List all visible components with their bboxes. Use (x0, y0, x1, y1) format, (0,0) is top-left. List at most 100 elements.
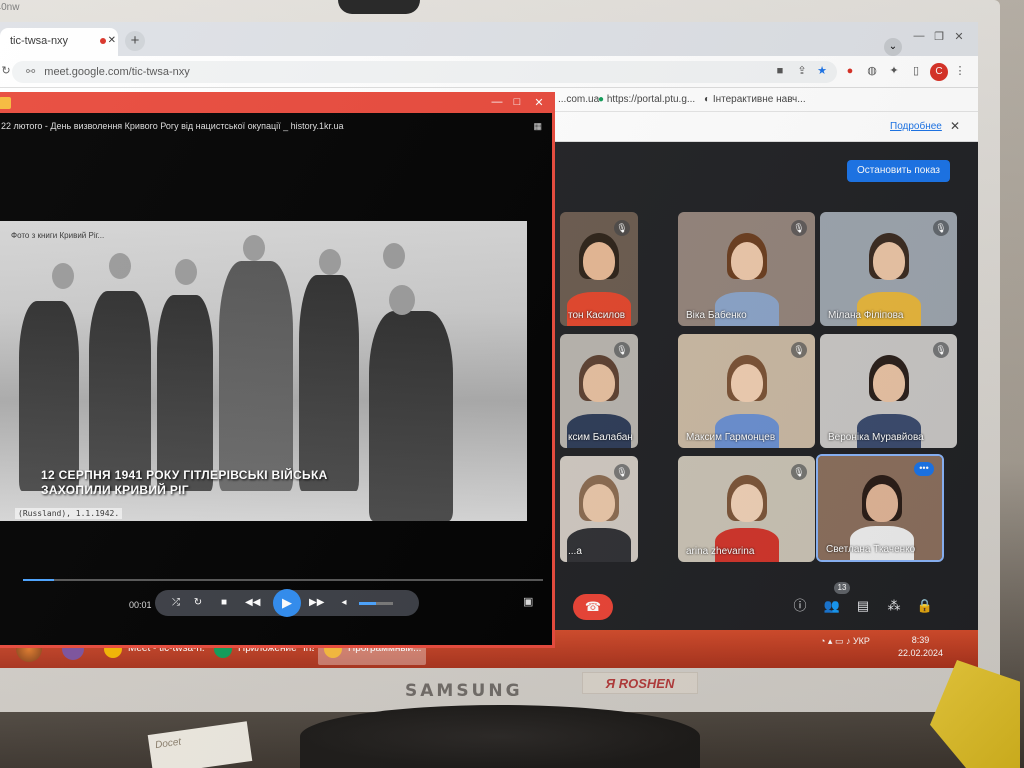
volume-icon[interactable]: ◂ (337, 596, 351, 610)
bookmark-favicon: ◐ (704, 94, 711, 105)
repeat-icon[interactable]: ↻ (191, 596, 205, 610)
info-icon[interactable]: ⓘ (790, 596, 810, 616)
participant-name: ...а (568, 546, 582, 557)
volume-slider[interactable] (359, 602, 393, 605)
participant-name: Вiка Бабенко (686, 310, 747, 321)
playlist-icon[interactable]: ▦ (533, 121, 542, 132)
activities-icon[interactable]: ⁂ (884, 596, 904, 616)
address-bar[interactable]: ⚯ meet.google.com/tic-twsa-nxy (12, 61, 837, 83)
bookmark-item[interactable]: ...com.ua (558, 94, 599, 105)
bookmark-favicon: ● (598, 94, 605, 105)
url-text: meet.google.com/tic-twsa-nxy (44, 66, 190, 78)
player-minimize-icon[interactable]: — (489, 96, 505, 110)
clock[interactable]: 8:39 22.02.2024 (898, 634, 943, 660)
monitor-stand (300, 705, 700, 768)
participant-tile[interactable]: 🎙 ксим Балабан (560, 334, 638, 448)
participant-name: Светлана Ткаченко (826, 544, 916, 555)
muted-mic-icon: 🎙 (614, 342, 630, 358)
playback-time: 00:01 (129, 600, 152, 610)
participant-face (866, 484, 898, 523)
figure (19, 301, 79, 491)
people-icon[interactable]: 👥 (822, 596, 842, 616)
player-maximize-icon[interactable]: □ (509, 96, 525, 110)
muted-mic-icon: 🎙 (614, 464, 630, 480)
extension-icon[interactable]: ◍ (864, 63, 880, 79)
seek-bar[interactable] (23, 579, 543, 581)
fullscreen-icon[interactable]: ▣ (523, 595, 533, 608)
figure (299, 275, 359, 491)
extension-stop-icon[interactable]: ● (842, 63, 858, 79)
figure (219, 261, 293, 491)
muted-mic-icon: 🎙 (791, 220, 807, 236)
player-app-icon (0, 97, 11, 109)
player-titlebar[interactable]: — □ ✕ (0, 95, 552, 113)
bookmark-star-icon[interactable]: ★ (814, 63, 830, 79)
muted-mic-icon: 🎙 (791, 342, 807, 358)
host-controls-icon[interactable]: 🔒 (915, 596, 935, 616)
previous-icon[interactable]: ◀◀ (245, 596, 260, 610)
new-tab-button[interactable]: + (125, 31, 145, 51)
learn-more-link[interactable]: Подробнее (890, 121, 942, 132)
participant-tile[interactable]: 🎙 Мілана Філіпова (820, 212, 957, 326)
participant-face (730, 483, 763, 522)
language-indicator[interactable]: УКР (853, 636, 870, 646)
more-options-icon[interactable]: ••• (914, 462, 934, 476)
subtitle-line: 12 СЕРПНЯ 1941 РОКУ ГІТЛЕРІВСЬКІ ВІЙСЬКА (41, 468, 328, 482)
share-icon[interactable]: ⇪ (794, 63, 810, 79)
tray-icons[interactable]: ◔ ▴ ▭ ♪ (820, 636, 853, 646)
participant-face (872, 241, 905, 280)
figure (89, 291, 151, 491)
video-frame[interactable]: Фото з книги Кривий Ріг... 12 СЕРПНЯ 194… (0, 221, 527, 521)
clock-time: 8:39 (911, 635, 930, 645)
stop-presenting-button[interactable]: Остановить показ (847, 160, 950, 182)
figure-face (319, 249, 341, 275)
profile-avatar[interactable]: C (930, 63, 948, 81)
chat-icon[interactable]: ▤ (853, 596, 873, 616)
menu-icon[interactable]: ⋮ (952, 63, 968, 79)
muted-mic-icon: 🎙 (933, 342, 949, 358)
participant-tile[interactable]: 🎙 Вiка Бабенко (678, 212, 815, 326)
notice-close-icon[interactable]: ✕ (950, 119, 960, 133)
figure-face (383, 243, 405, 269)
site-info-icon[interactable]: ⚯ (26, 66, 35, 78)
next-icon[interactable]: ▶▶ (309, 596, 324, 610)
archive-photo-caption: Фото з книги Кривий Ріг... (11, 231, 105, 240)
stop-icon[interactable]: ■ (217, 596, 231, 610)
figure-face (243, 235, 265, 261)
puzzle-icon[interactable]: ✦ (886, 63, 902, 79)
monitor-model: 940nw (0, 2, 20, 13)
participant-name: ксим Балабан (568, 432, 633, 443)
bookmark-item[interactable]: ● https://portal.ptu.g... (598, 94, 695, 105)
tab-close-icon[interactable]: ✕ (108, 35, 116, 46)
play-button[interactable]: ▶ (273, 589, 301, 617)
participant-tile[interactable]: 🎙 Вероніка Муравйова (820, 334, 957, 448)
player-close-icon[interactable]: ✕ (531, 96, 547, 110)
bookmark-item[interactable]: ◐ Інтерактивне навч... (704, 94, 806, 105)
subtitle-line: ЗАХОПИЛИ КРИВИЙ РІГ (41, 483, 189, 497)
monitor-brand: SAMSUNG (405, 681, 523, 701)
figure-face (175, 259, 197, 285)
tab-meet[interactable]: tic-twsa-nxy ✕ (0, 28, 118, 56)
participant-tile[interactable]: 🎙 тон Касилов (560, 212, 638, 326)
restore-icon[interactable]: ❐ (930, 30, 948, 44)
participant-tile[interactable]: 🎙 arina zhevarina (678, 456, 815, 562)
participant-tile[interactable]: ••• Светлана Ткаченко (816, 454, 944, 562)
leave-call-button[interactable]: ☎ (573, 594, 613, 620)
video-subtitle: 12 СЕРПНЯ 1941 РОКУ ГІТЛЕРІВСЬКІ ВІЙСЬКА… (41, 468, 328, 498)
participant-face (583, 241, 615, 280)
minimize-icon[interactable]: — (910, 30, 928, 44)
tab-search-icon[interactable]: ⌄ (884, 38, 902, 56)
participant-face (730, 241, 763, 280)
tab-label: tic-twsa-nxy (10, 35, 69, 47)
muted-mic-icon: 🎙 (791, 464, 807, 480)
camera-icon[interactable]: ■ (772, 63, 788, 79)
figure-face (389, 285, 415, 315)
participant-tile[interactable]: 🎙 Максим Гармонцев (678, 334, 815, 448)
window-close-icon[interactable]: ✕ (950, 30, 968, 44)
shuffle-icon[interactable]: ⤮ (169, 596, 183, 610)
participant-tile[interactable]: 🎙 ...а (560, 456, 638, 562)
clock-date: 22.02.2024 (898, 648, 944, 658)
participant-name: тон Касилов (568, 310, 626, 321)
seek-progress (23, 579, 55, 581)
side-panel-icon[interactable]: ▯ (908, 63, 924, 79)
